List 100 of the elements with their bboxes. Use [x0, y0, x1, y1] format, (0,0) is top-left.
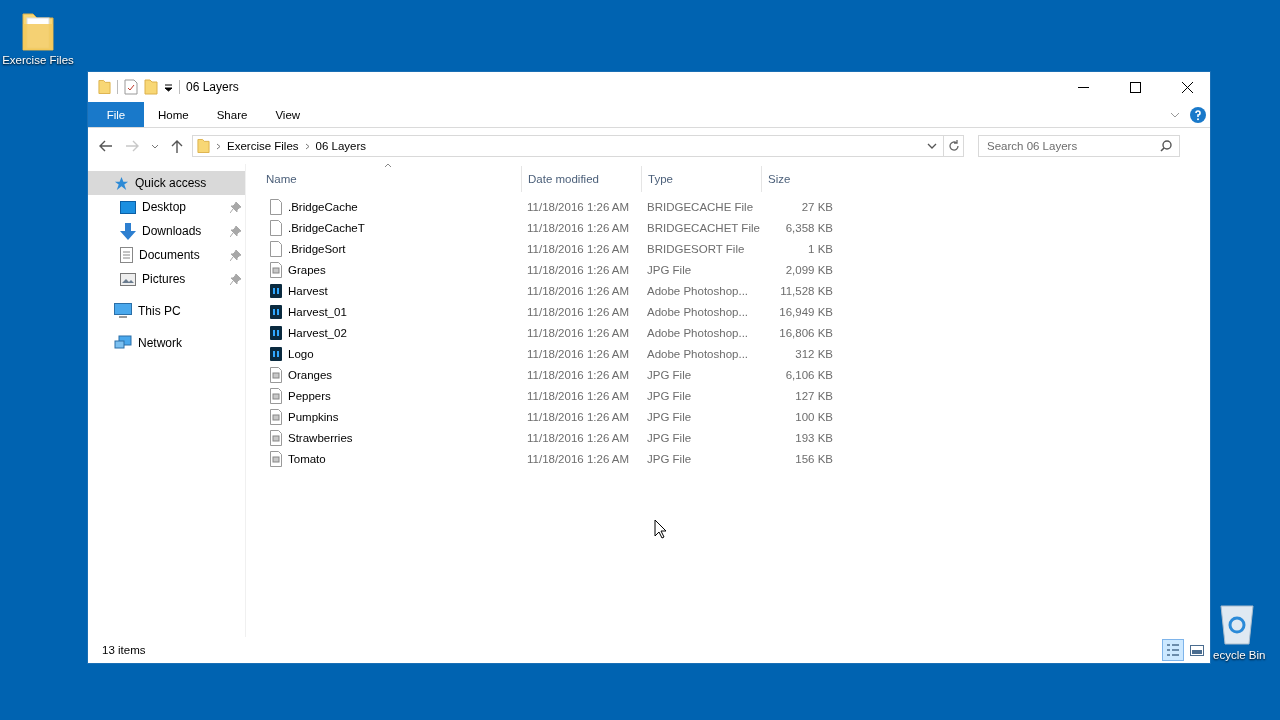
- date-cell-text: 11/18/2016 1:26 AM: [526, 221, 631, 234]
- file-name[interactable]: Strawberries: [288, 431, 353, 444]
- sidebar-item[interactable]: Documents: [88, 243, 245, 267]
- date-cell-text: 11/18/2016 1:26 AM: [526, 263, 631, 276]
- file-name[interactable]: Oranges: [288, 368, 333, 381]
- breadcrumb[interactable]: 06 Layers: [315, 140, 367, 152]
- mouse-pointer-icon: [654, 519, 667, 539]
- star-icon: [114, 175, 129, 191]
- size-cell-text: 156 KB: [794, 452, 834, 465]
- details-view-button[interactable]: [1162, 639, 1184, 661]
- expand-ribbon-icon[interactable]: [1170, 111, 1180, 118]
- date-cell-text: 11/18/2016 1:26 AM: [526, 242, 631, 255]
- type-cell-text: JPG File: [646, 431, 693, 444]
- type-cell-text: BRIDGESORT File: [646, 242, 746, 255]
- sidebar-item[interactable]: Downloads: [88, 219, 245, 243]
- file-name[interactable]: Harvest: [288, 284, 328, 297]
- dropdown-icon[interactable]: [164, 82, 173, 92]
- picture-icon: [120, 272, 136, 286]
- file-name[interactable]: Grapes: [288, 263, 326, 276]
- file-name[interactable]: .BridgeCacheT: [288, 221, 365, 234]
- file-name[interactable]: Peppers: [288, 389, 331, 402]
- breadcrumb[interactable]: Exercise Files: [227, 140, 299, 152]
- window-title: 06 Layers: [186, 80, 240, 94]
- dropdown-icon[interactable]: [927, 143, 937, 149]
- file-name[interactable]: Pumpkins: [288, 410, 339, 423]
- image-file-icon: [270, 408, 282, 425]
- folder-icon: [98, 79, 111, 95]
- sidebar-item[interactable]: Pictures: [88, 267, 245, 291]
- sidebar-item[interactable]: Desktop: [88, 195, 245, 219]
- chevron-icon: [304, 142, 310, 150]
- image-file-icon: [270, 429, 282, 446]
- size-cell-text: 11,528 KB: [779, 284, 834, 297]
- desktop-icon-label[interactable]: ecycle Bin: [1211, 649, 1266, 661]
- refresh-icon: [947, 140, 960, 152]
- folder-icon: [197, 138, 210, 154]
- blank-file-icon: [270, 198, 282, 215]
- size-cell-text: 2,099 KB: [784, 263, 834, 276]
- monitor-icon: [114, 303, 132, 319]
- image-file-icon: [270, 450, 282, 467]
- date-cell-text: 11/18/2016 1:26 AM: [526, 284, 631, 297]
- sidebar-item[interactable]: Quick access: [88, 171, 245, 195]
- size-cell-text: 193 KB: [794, 431, 834, 444]
- size-cell-text: 127 KB: [794, 389, 834, 402]
- date-cell-text: 11/18/2016 1:26 AM: [526, 410, 631, 423]
- help-icon[interactable]: [1190, 106, 1206, 123]
- folder-icon: [21, 10, 55, 52]
- file-name[interactable]: .BridgeCache: [288, 200, 358, 213]
- file-name[interactable]: Harvest_02: [288, 326, 347, 339]
- ribbon-tab[interactable]: View: [261, 102, 315, 127]
- type-cell-text: JPG File: [646, 368, 693, 381]
- recycle-bin-icon: [1218, 603, 1256, 645]
- image-file-icon: [270, 261, 282, 278]
- search-field[interactable]: Search 06 Layers: [978, 135, 1180, 157]
- size-cell-text: 1 KB: [807, 242, 834, 255]
- date-cell-text: 11/18/2016 1:26 AM: [526, 431, 631, 444]
- size-cell-text: 16,949 KB: [778, 305, 834, 318]
- date-cell-text: 11/18/2016 1:26 AM: [526, 368, 631, 381]
- size-cell-text: 6,358 KB: [784, 221, 834, 234]
- network-icon: [114, 335, 132, 351]
- ribbon-tab[interactable]: Home: [144, 102, 203, 127]
- type-cell-text: Adobe Photoshop...: [646, 326, 750, 339]
- type-cell-text: Adobe Photoshop...: [646, 347, 750, 360]
- sidebar-item[interactable]: Network: [88, 331, 245, 355]
- image-file-icon: [270, 366, 282, 383]
- search-icon: [1160, 140, 1172, 152]
- file-name[interactable]: .BridgeSort: [288, 242, 346, 255]
- column-header[interactable]: Type: [641, 166, 761, 192]
- type-cell-text: JPG File: [646, 410, 693, 423]
- date-cell-text: 11/18/2016 1:26 AM: [526, 200, 631, 213]
- large-icon-view-icon: [1190, 644, 1204, 656]
- close-icon: [1181, 81, 1193, 93]
- ribbon-tab[interactable]: Share: [202, 102, 262, 127]
- column-header[interactable]: Size: [761, 166, 839, 192]
- column-header[interactable]: Name: [266, 166, 521, 192]
- type-cell-text: BRIDGECACHET File: [646, 221, 761, 234]
- size-cell-text: 6,106 KB: [784, 368, 834, 381]
- column-header[interactable]: Date modified: [521, 166, 641, 192]
- size-cell-text: 100 KB: [794, 410, 834, 423]
- desktop-icon-label[interactable]: Exercise Files: [2, 54, 74, 66]
- blank-file-icon: [270, 240, 282, 257]
- new-folder-icon: [144, 79, 158, 95]
- type-cell-text: JPG File: [646, 452, 693, 465]
- file-name[interactable]: Logo: [288, 347, 314, 360]
- date-cell-text: 11/18/2016 1:26 AM: [526, 389, 631, 402]
- details-list-icon: [1166, 643, 1180, 657]
- maximize-icon: [1129, 81, 1141, 93]
- size-cell-text: 16,806 KB: [778, 326, 834, 339]
- chevron-icon: [216, 142, 221, 150]
- address-bar[interactable]: Exercise Files 06 Layers: [192, 135, 964, 157]
- date-cell-text: 11/18/2016 1:26 AM: [526, 452, 631, 465]
- type-cell-text: Adobe Photoshop...: [646, 284, 750, 297]
- size-cell-text: 312 KB: [794, 347, 834, 360]
- document-icon: [120, 247, 133, 263]
- file-name[interactable]: Tomato: [288, 452, 326, 465]
- sidebar-item[interactable]: This PC: [88, 299, 245, 323]
- file-tab[interactable]: File: [88, 102, 144, 127]
- file-name[interactable]: Harvest_01: [288, 305, 347, 318]
- properties-icon[interactable]: [124, 79, 138, 95]
- date-cell-text: 11/18/2016 1:26 AM: [526, 347, 631, 360]
- item-count: 13 items: [102, 644, 147, 656]
